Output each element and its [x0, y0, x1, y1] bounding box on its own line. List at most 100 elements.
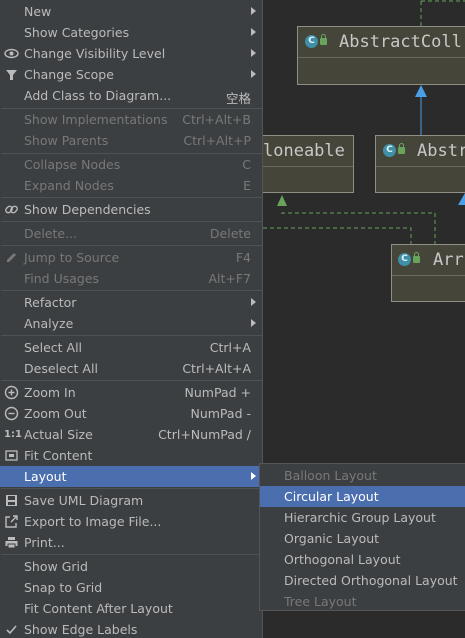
class-node-array-list[interactable]: C Arr — [391, 244, 465, 302]
submenu-item-organic-layout[interactable]: Organic Layout — [260, 528, 465, 549]
menu-item-analyze[interactable]: Analyze — [0, 313, 262, 334]
layout-submenu: Balloon Layout Circular Layout Hierarchi… — [259, 463, 465, 611]
lock-icon — [413, 252, 420, 263]
submenu-item-label: Hierarchic Group Layout — [284, 510, 436, 525]
class-node-abstract-list[interactable]: C Abstr — [375, 135, 465, 193]
class-node-divider — [376, 166, 465, 167]
menu-item-label: Fit Content — [24, 448, 93, 463]
menu-item-label: Analyze — [24, 316, 74, 331]
menu-item-shortcut: Ctrl+Alt+B — [182, 112, 251, 127]
menu-item-shortcut: C — [242, 157, 251, 172]
menu-item-snap-to-grid[interactable]: Snap to Grid — [0, 577, 262, 598]
submenu-item-balloon-layout: Balloon Layout — [260, 465, 465, 486]
link-icon — [4, 202, 19, 217]
submenu-item-label: Directed Orthogonal Layout — [284, 573, 458, 588]
menu-item-label: Add Class to Diagram... — [24, 88, 172, 103]
menu-item-expand-nodes: Expand Nodes E — [0, 175, 262, 196]
menu-item-fit-content-after-layout[interactable]: Fit Content After Layout — [0, 598, 262, 619]
menu-item-fit-content[interactable]: Fit Content — [0, 445, 262, 466]
menu-item-shortcut: Ctrl+Alt+A — [182, 361, 251, 376]
menu-item-show-grid[interactable]: Show Grid — [0, 556, 262, 577]
submenu-arrow-icon — [251, 7, 256, 15]
class-node-title: Arr — [433, 250, 464, 270]
menu-item-label: Zoom In — [24, 385, 76, 400]
menu-item-layout[interactable]: Layout — [0, 466, 262, 487]
menu-item-refactor[interactable]: Refactor — [0, 292, 262, 313]
menu-item-label: New — [24, 4, 52, 19]
menu-item-show-categories[interactable]: Show Categories — [0, 22, 262, 43]
menu-item-shortcut: NumPad + — [184, 385, 251, 400]
submenu-arrow-icon — [251, 49, 256, 57]
class-node-title: loneable — [263, 141, 345, 161]
menu-item-change-visibility-level[interactable]: Change Visibility Level — [0, 43, 262, 64]
menu-item-find-usages: Find Usages Alt+F7 — [0, 268, 262, 289]
menu-item-label: Delete... — [24, 226, 77, 241]
menu-item-export-to-image-file[interactable]: Export to Image File... — [0, 511, 262, 532]
print-icon — [4, 535, 19, 550]
menu-separator — [1, 335, 262, 336]
menu-item-zoom-out[interactable]: Zoom Out NumPad - — [0, 403, 262, 424]
extends-arrowhead-2 — [458, 193, 465, 205]
menu-item-label: Show Dependencies — [24, 202, 151, 217]
menu-item-label: Show Grid — [24, 559, 88, 574]
menu-item-shortcut: Ctrl+Alt+P — [183, 133, 251, 148]
menu-item-label: Layout — [24, 469, 67, 484]
menu-separator — [1, 197, 262, 198]
menu-item-label: Collapse Nodes — [24, 157, 121, 172]
menu-item-label: Jump to Source — [24, 250, 120, 265]
menu-separator — [1, 245, 262, 246]
menu-item-label: Snap to Grid — [24, 580, 103, 595]
context-menu: New Show Categories Change Visibility Le… — [0, 0, 263, 638]
menu-item-add-class-to-diagram[interactable]: Add Class to Diagram... 空格 — [0, 85, 262, 106]
submenu-arrow-icon — [251, 319, 256, 327]
menu-separator — [1, 554, 262, 555]
filter-icon — [4, 67, 19, 82]
export-icon — [4, 514, 19, 529]
menu-item-delete: Delete... Delete — [0, 223, 262, 244]
menu-separator — [1, 221, 262, 222]
menu-item-actual-size[interactable]: 1:1 Actual Size Ctrl+NumPad / — [0, 424, 262, 445]
fit-content-icon — [4, 448, 19, 463]
submenu-item-hierarchic-group-layout[interactable]: Hierarchic Group Layout — [260, 507, 465, 528]
submenu-item-circular-layout[interactable]: Circular Layout — [260, 486, 465, 507]
submenu-item-label: Orthogonal Layout — [284, 552, 401, 567]
class-node-abstract-collection[interactable]: C AbstractColl — [297, 26, 465, 85]
menu-item-label: Show Implementations — [24, 112, 168, 127]
submenu-item-orthogonal-layout[interactable]: Orthogonal Layout — [260, 549, 465, 570]
submenu-item-directed-orthogonal-layout[interactable]: Directed Orthogonal Layout — [260, 570, 465, 591]
menu-item-shortcut: Ctrl+A — [209, 340, 251, 355]
check-icon — [4, 622, 19, 637]
menu-item-show-dependencies[interactable]: Show Dependencies — [0, 199, 262, 220]
class-icon: C — [383, 144, 396, 157]
zoom-out-icon — [4, 406, 19, 421]
menu-item-print[interactable]: Print... — [0, 532, 262, 553]
menu-item-label: Export to Image File... — [24, 514, 162, 529]
submenu-arrow-icon — [251, 70, 256, 78]
menu-item-label: Refactor — [24, 295, 77, 310]
submenu-item-label: Organic Layout — [284, 531, 380, 546]
submenu-arrow-icon — [251, 472, 256, 480]
menu-item-shortcut: NumPad - — [190, 406, 251, 421]
menu-item-label: Actual Size — [24, 427, 93, 442]
menu-separator — [1, 380, 262, 381]
menu-item-select-all[interactable]: Select All Ctrl+A — [0, 337, 262, 358]
class-node-title: AbstractColl — [339, 32, 462, 52]
menu-separator — [1, 488, 262, 489]
menu-item-show-edge-labels[interactable]: Show Edge Labels — [0, 619, 262, 638]
submenu-arrow-icon — [251, 298, 256, 306]
class-node-divider — [298, 57, 465, 58]
menu-item-label: Show Categories — [24, 25, 130, 40]
menu-item-zoom-in[interactable]: Zoom In NumPad + — [0, 382, 262, 403]
menu-item-shortcut: Ctrl+NumPad / — [158, 427, 251, 442]
menu-item-change-scope[interactable]: Change Scope — [0, 64, 262, 85]
menu-item-show-implementations: Show Implementations Ctrl+Alt+B — [0, 109, 262, 130]
menu-item-deselect-all[interactable]: Deselect All Ctrl+Alt+A — [0, 358, 262, 379]
menu-separator — [1, 290, 262, 291]
menu-item-save-uml-diagram[interactable]: Save UML Diagram — [0, 490, 262, 511]
menu-item-label: Show Edge Labels — [24, 622, 138, 637]
menu-item-label: Deselect All — [24, 361, 98, 376]
implements-edge-cloneable — [281, 212, 436, 244]
menu-item-collapse-nodes: Collapse Nodes C — [0, 154, 262, 175]
menu-item-label: Select All — [24, 340, 83, 355]
menu-item-new[interactable]: New — [0, 1, 262, 22]
